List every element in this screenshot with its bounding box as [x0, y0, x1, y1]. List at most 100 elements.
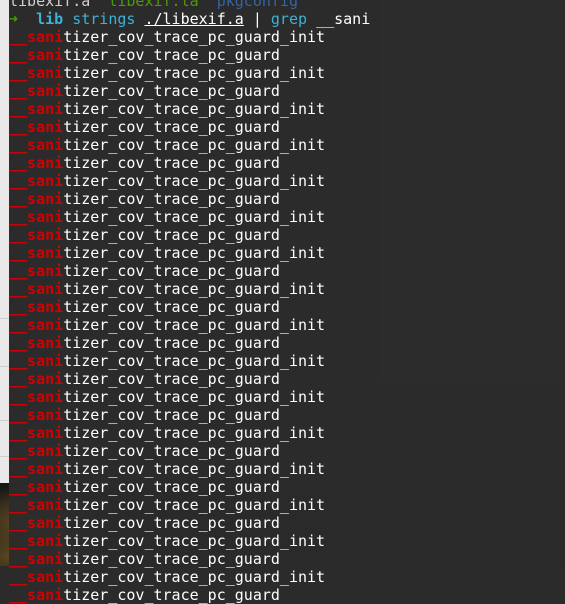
output-line: __sanitizer_cov_trace_pc_guard — [9, 442, 370, 460]
symbol-text: tizer_cov_trace_pc_guard — [63, 370, 280, 388]
symbol-text: tizer_cov_trace_pc_guard_init — [63, 136, 326, 154]
symbol-text: tizer_cov_trace_pc_guard — [63, 478, 280, 496]
match-highlight: __sani — [9, 370, 64, 388]
match-highlight: __sani — [9, 208, 64, 226]
symbol-text: tizer_cov_trace_pc_guard_init — [63, 388, 326, 406]
symbol-text: tizer_cov_trace_pc_guard_init — [63, 424, 326, 442]
output-line: __sanitizer_cov_trace_pc_guard — [9, 514, 370, 532]
file-entry: libexif.la — [108, 0, 199, 10]
grep-results: __sanitizer_cov_trace_pc_guard_init __san… — [9, 28, 370, 604]
match-highlight: __sani — [9, 496, 64, 514]
output-line: __sanitizer_cov_trace_pc_guard — [9, 82, 370, 100]
output-line: __sanitizer_cov_trace_pc_guard — [9, 478, 370, 496]
match-highlight: __sani — [9, 334, 64, 352]
match-highlight: __sani — [9, 82, 64, 100]
match-highlight: __sani — [9, 586, 64, 604]
match-highlight: __sani — [9, 154, 64, 172]
terminal-window[interactable]: libexif.a libexif.la pkgconfig ➜ lib str… — [9, 0, 565, 604]
match-highlight: __sani — [9, 298, 64, 316]
output-line: __sanitizer_cov_trace_pc_guard — [9, 226, 370, 244]
output-line: __sanitizer_cov_trace_pc_guard — [9, 298, 370, 316]
match-highlight: __sani — [9, 514, 64, 532]
symbol-text: tizer_cov_trace_pc_guard — [63, 154, 280, 172]
output-line: __sanitizer_cov_trace_pc_guard_init — [9, 352, 370, 370]
match-highlight: __sani — [9, 532, 64, 550]
output-line: __sanitizer_cov_trace_pc_guard — [9, 550, 370, 568]
match-highlight: __sani — [9, 424, 64, 442]
background-window-edge — [0, 0, 9, 483]
output-line: __sanitizer_cov_trace_pc_guard — [9, 586, 370, 604]
output-line: __sanitizer_cov_trace_pc_guard_init — [9, 316, 370, 334]
output-line: __sanitizer_cov_trace_pc_guard — [9, 370, 370, 388]
window-edge-divider — [0, 420, 9, 421]
symbol-text: tizer_cov_trace_pc_guard — [63, 46, 280, 64]
output-line: __sanitizer_cov_trace_pc_guard — [9, 334, 370, 352]
match-highlight: __sani — [9, 316, 64, 334]
output-line: __sanitizer_cov_trace_pc_guard_init — [9, 244, 370, 262]
prompt-cwd: lib — [36, 10, 64, 28]
match-highlight: __sani — [9, 226, 64, 244]
symbol-text: tizer_cov_trace_pc_guard_init — [63, 460, 326, 478]
match-highlight: __sani — [9, 100, 64, 118]
output-line: __sanitizer_cov_trace_pc_guard_init — [9, 64, 370, 82]
command-argument-path[interactable]: ./libexif.a — [144, 10, 243, 28]
symbol-text: tizer_cov_trace_pc_guard_init — [63, 28, 326, 46]
match-highlight: __sani — [9, 46, 64, 64]
match-highlight: __sani — [9, 352, 64, 370]
symbol-text: tizer_cov_trace_pc_guard — [63, 298, 280, 316]
match-highlight: __sani — [9, 244, 64, 262]
directory-entry: pkgconfig — [216, 0, 298, 10]
symbol-text: tizer_cov_trace_pc_guard_init — [63, 244, 326, 262]
match-highlight: __sani — [9, 478, 64, 496]
output-line: __sanitizer_cov_trace_pc_guard — [9, 46, 370, 64]
match-highlight: __sani — [9, 550, 64, 568]
symbol-text: tizer_cov_trace_pc_guard — [63, 226, 280, 244]
symbol-text: tizer_cov_trace_pc_guard_init — [63, 172, 326, 190]
symbol-text: tizer_cov_trace_pc_guard_init — [63, 316, 326, 334]
output-line: __sanitizer_cov_trace_pc_guard_init — [9, 532, 370, 550]
match-highlight: __sani — [9, 136, 64, 154]
symbol-text: tizer_cov_trace_pc_guard — [63, 442, 280, 460]
match-highlight: __sani — [9, 442, 64, 460]
symbol-text: tizer_cov_trace_pc_guard_init — [63, 208, 326, 226]
output-line: __sanitizer_cov_trace_pc_guard_init — [9, 280, 370, 298]
symbol-text: tizer_cov_trace_pc_guard — [63, 190, 280, 208]
symbol-text: tizer_cov_trace_pc_guard — [63, 550, 280, 568]
symbol-text: tizer_cov_trace_pc_guard_init — [63, 568, 326, 586]
match-highlight: __sani — [9, 118, 64, 136]
window-edge-divider — [0, 318, 9, 319]
symbol-text: tizer_cov_trace_pc_guard — [63, 262, 280, 280]
file-entry: libexif.a — [9, 0, 91, 10]
output-line: __sanitizer_cov_trace_pc_guard — [9, 262, 370, 280]
match-highlight: __sani — [9, 460, 64, 478]
window-edge-divider — [0, 456, 9, 457]
prompt-line[interactable]: ➜ lib strings ./libexif.a | grep __sani — [9, 10, 370, 28]
match-highlight: __sani — [9, 568, 64, 586]
prompt-arrow-icon: ➜ — [9, 10, 19, 28]
symbol-text: tizer_cov_trace_pc_guard_init — [63, 352, 326, 370]
symbol-text: tizer_cov_trace_pc_guard — [63, 334, 280, 352]
output-line: __sanitizer_cov_trace_pc_guard — [9, 190, 370, 208]
symbol-text: tizer_cov_trace_pc_guard — [63, 406, 280, 424]
symbol-text: tizer_cov_trace_pc_guard — [63, 586, 280, 604]
output-line: __sanitizer_cov_trace_pc_guard — [9, 154, 370, 172]
pipe-symbol: | — [252, 10, 262, 28]
match-highlight: __sani — [9, 64, 64, 82]
match-highlight: __sani — [9, 388, 64, 406]
output-line: __sanitizer_cov_trace_pc_guard_init — [9, 424, 370, 442]
grep-pattern: __sani — [316, 10, 371, 28]
output-line: __sanitizer_cov_trace_pc_guard_init — [9, 460, 370, 478]
symbol-text: tizer_cov_trace_pc_guard_init — [63, 64, 326, 82]
output-line: __sanitizer_cov_trace_pc_guard_init — [9, 136, 370, 154]
window-edge-divider — [0, 366, 9, 367]
match-highlight: __sani — [9, 262, 64, 280]
previous-ls-output: libexif.a libexif.la pkgconfig — [9, 0, 370, 10]
output-line: __sanitizer_cov_trace_pc_guard_init — [9, 496, 370, 514]
symbol-text: tizer_cov_trace_pc_guard_init — [63, 280, 326, 298]
terminal-output[interactable]: libexif.a libexif.la pkgconfig ➜ lib str… — [9, 0, 370, 604]
output-line: __sanitizer_cov_trace_pc_guard_init — [9, 172, 370, 190]
symbol-text: tizer_cov_trace_pc_guard — [63, 514, 280, 532]
output-line: __sanitizer_cov_trace_pc_guard_init — [9, 568, 370, 586]
output-line: __sanitizer_cov_trace_pc_guard_init — [9, 208, 370, 226]
output-line: __sanitizer_cov_trace_pc_guard — [9, 118, 370, 136]
